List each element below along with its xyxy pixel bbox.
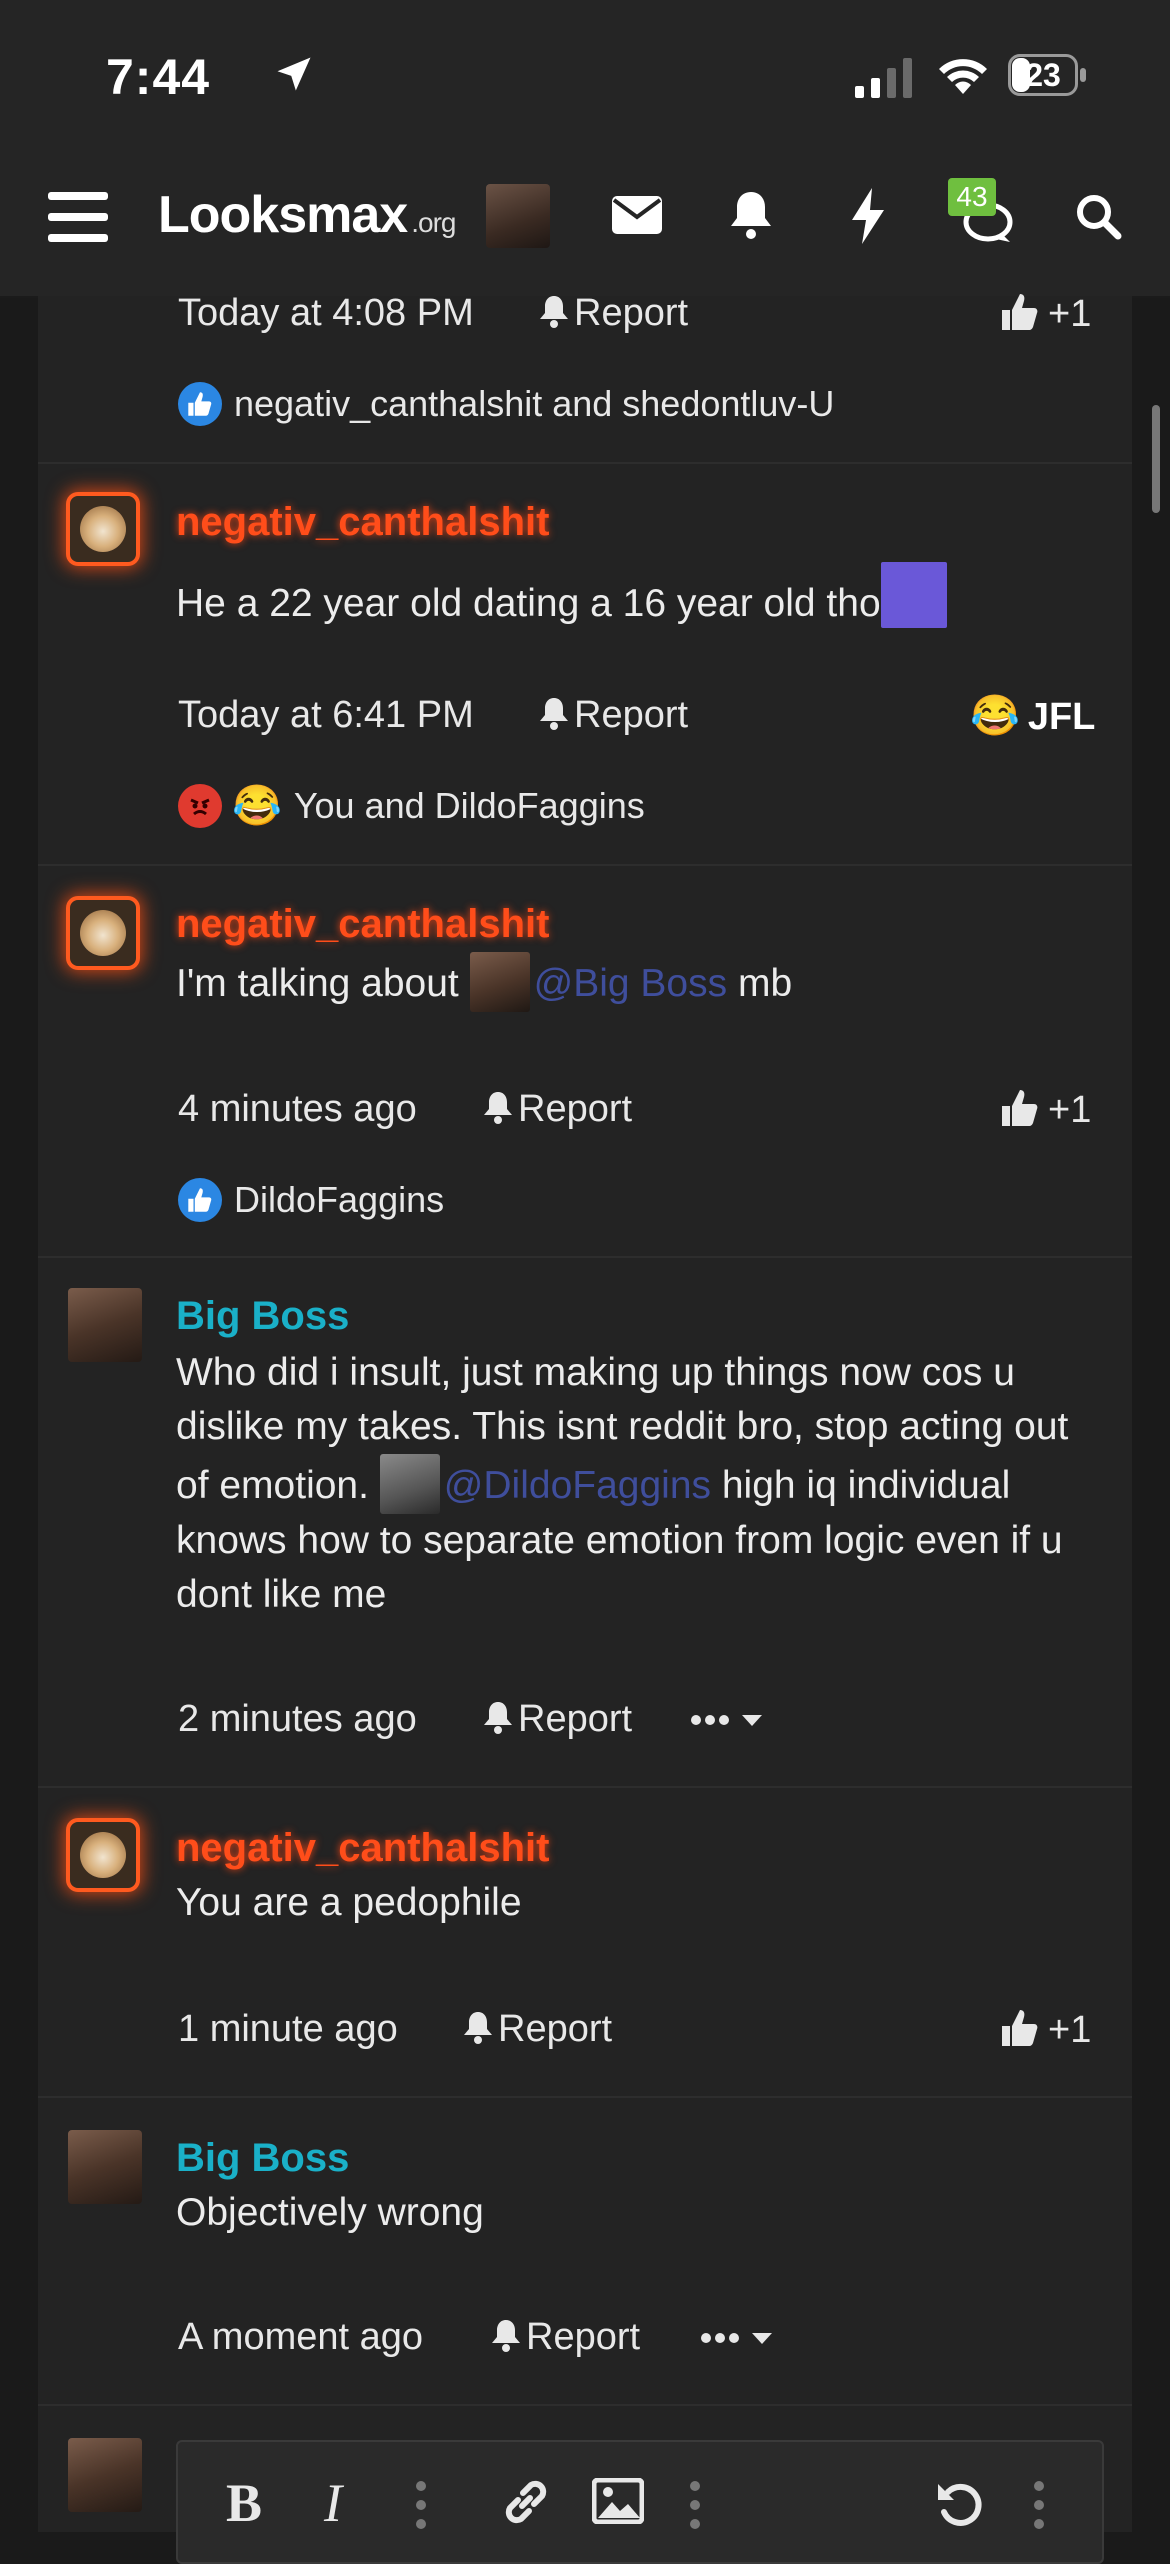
- report-bell-icon: [484, 1702, 512, 1734]
- reply-editor[interactable]: B I: [176, 2440, 1104, 2564]
- angry-reaction-icon: [178, 783, 222, 828]
- post-divider: [38, 1786, 1132, 1788]
- italic-button[interactable]: I: [324, 2472, 342, 2534]
- post-timestamp[interactable]: 4 minutes ago: [178, 1088, 417, 1131]
- post-divider: [38, 1256, 1132, 1258]
- jfl-react-button[interactable]: 😂 JFL: [970, 692, 1095, 739]
- report-button[interactable]: Report: [538, 292, 688, 335]
- user-avatar[interactable]: [68, 1288, 142, 1362]
- user-mention-link[interactable]: @DildoFaggins: [444, 1464, 711, 1507]
- like-reaction-icon: [178, 1178, 222, 1222]
- report-button[interactable]: Report: [538, 694, 688, 737]
- post-body: You are a pedophile: [176, 1881, 522, 1924]
- mention-avatar: [469, 952, 530, 1012]
- site-logo[interactable]: Looksmax .org: [158, 185, 456, 245]
- more-options-vertical-icon[interactable]: [414, 2480, 428, 2530]
- report-button[interactable]: Report: [462, 2008, 612, 2051]
- like-react-button[interactable]: +1: [1000, 1088, 1091, 1132]
- like-react-button[interactable]: +1: [1000, 2008, 1091, 2052]
- more-options-vertical-icon[interactable]: [688, 2480, 702, 2530]
- conversations-badge: 43: [948, 178, 996, 216]
- alerts-bell-icon[interactable]: [728, 190, 774, 240]
- report-bell-icon: [540, 698, 568, 730]
- username[interactable]: Big Boss: [176, 2136, 349, 2181]
- user-avatar[interactable]: [70, 1822, 136, 1888]
- thumbs-up-icon: [1002, 2010, 1038, 2046]
- reactions-summary[interactable]: negativ_canthalshit and shedontluv-U: [178, 382, 834, 426]
- more-options-vertical-icon[interactable]: [1032, 2480, 1046, 2530]
- report-bell-icon: [464, 2012, 492, 2044]
- inbox-envelope-icon[interactable]: [612, 196, 662, 234]
- undo-icon[interactable]: [934, 2478, 986, 2530]
- image-icon[interactable]: [592, 2478, 644, 2524]
- search-icon[interactable]: [1074, 192, 1122, 240]
- scrollbar[interactable]: [1152, 405, 1160, 513]
- report-bell-icon: [540, 296, 568, 328]
- embedded-image[interactable]: [880, 562, 947, 628]
- wifi-icon: [939, 59, 987, 94]
- username[interactable]: negativ_canthalshit: [176, 1826, 549, 1871]
- user-mention-link[interactable]: @Big Boss: [534, 962, 728, 1005]
- report-bell-icon: [492, 2320, 520, 2352]
- current-user-avatar: [68, 2438, 142, 2512]
- more-actions-icon[interactable]: [700, 2324, 776, 2352]
- report-button[interactable]: Report: [490, 2316, 640, 2359]
- user-avatar[interactable]: [70, 900, 136, 966]
- username[interactable]: negativ_canthalshit: [176, 902, 549, 947]
- account-avatar[interactable]: [486, 184, 550, 248]
- crying-laughing-emoji-icon: 😂: [970, 694, 1020, 738]
- battery-indicator: 23: [1008, 54, 1088, 98]
- thumbs-up-icon: [1002, 1090, 1038, 1126]
- status-bar: 7:44 23: [0, 0, 1170, 150]
- post-body: I'm talking about @Big Boss mb: [176, 952, 792, 1012]
- lightning-bolt-icon[interactable]: [850, 188, 886, 244]
- report-button[interactable]: Report: [482, 1088, 632, 1131]
- status-time: 7:44: [106, 49, 211, 105]
- like-reaction-icon: [178, 382, 222, 426]
- post-timestamp[interactable]: Today at 4:08 PM: [178, 292, 474, 335]
- username[interactable]: negativ_canthalshit: [176, 500, 549, 545]
- post-divider: [38, 2404, 1132, 2406]
- location-arrow-icon: [277, 57, 311, 91]
- username[interactable]: Big Boss: [176, 1294, 349, 1339]
- laugh-reaction-icon: 😂: [232, 784, 282, 828]
- post-divider: [38, 2096, 1132, 2098]
- post-divider: [38, 864, 1132, 866]
- thumbs-up-icon: [1002, 294, 1038, 330]
- bold-button[interactable]: B: [226, 2472, 262, 2534]
- post-divider: [38, 462, 1132, 464]
- user-avatar[interactable]: [68, 2130, 142, 2204]
- mention-avatar: [379, 1454, 440, 1514]
- more-actions-icon[interactable]: [690, 1706, 766, 1734]
- post-body: Who did i insult, just making up things …: [176, 1351, 1069, 1616]
- cellular-signal-icon: [855, 58, 912, 98]
- user-avatar[interactable]: [70, 496, 136, 562]
- post-timestamp[interactable]: 1 minute ago: [178, 2008, 398, 2051]
- reactions-summary[interactable]: DildoFaggins: [178, 1178, 444, 1222]
- hamburger-menu-icon[interactable]: [48, 190, 108, 244]
- link-icon[interactable]: [500, 2476, 552, 2528]
- like-react-button[interactable]: +1: [1000, 292, 1091, 336]
- reactions-summary[interactable]: 😂 You and DildoFaggins: [178, 782, 645, 829]
- post-body: He a 22 year old dating a 16 year old th…: [176, 562, 947, 631]
- post-body: Objectively wrong: [176, 2191, 484, 2234]
- report-bell-icon: [484, 1092, 512, 1124]
- post-timestamp[interactable]: A moment ago: [178, 2316, 423, 2359]
- post-timestamp[interactable]: Today at 6:41 PM: [178, 694, 474, 737]
- post-timestamp[interactable]: 2 minutes ago: [178, 1698, 417, 1741]
- report-button[interactable]: Report: [482, 1698, 632, 1741]
